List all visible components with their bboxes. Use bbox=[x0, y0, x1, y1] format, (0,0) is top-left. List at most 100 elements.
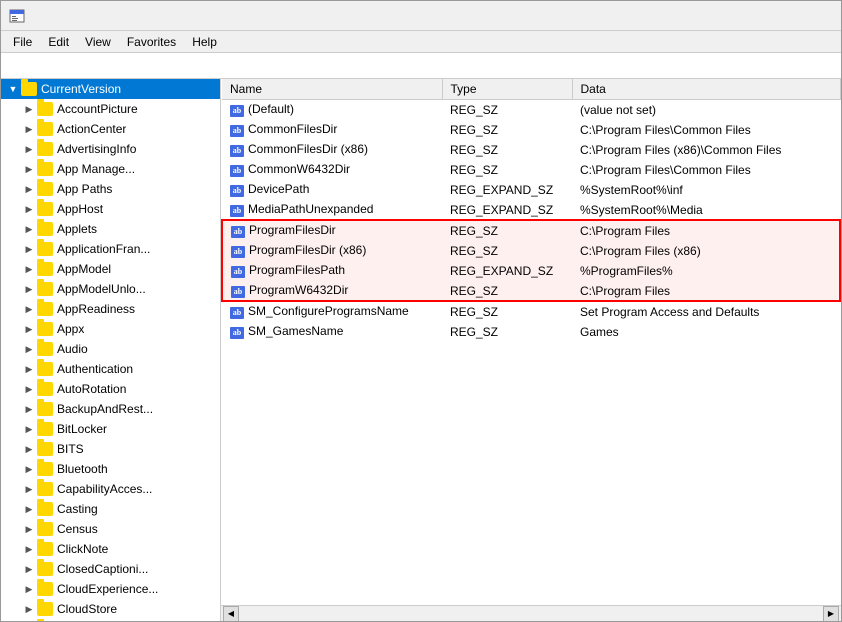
tree-item[interactable]: ▶BackupAndRest... bbox=[1, 399, 220, 419]
folder-icon bbox=[37, 242, 53, 256]
close-button[interactable] bbox=[787, 1, 833, 31]
tree-arrow-icon: ▶ bbox=[21, 281, 37, 297]
tree-item-label: ApplicationFran... bbox=[57, 242, 150, 256]
tree-item[interactable]: ▶CloudStore bbox=[1, 599, 220, 619]
tree-item[interactable]: ▶AutoRotation bbox=[1, 379, 220, 399]
tree-item[interactable]: ▶Casting bbox=[1, 499, 220, 519]
tree-item[interactable]: ▶BITS bbox=[1, 439, 220, 459]
reg-value-icon: ab bbox=[230, 105, 244, 117]
folder-icon bbox=[37, 342, 53, 356]
tree-item[interactable]: ▶CapabilityAcces... bbox=[1, 479, 220, 499]
tree-item[interactable]: ▶ActionCenter bbox=[1, 119, 220, 139]
tree-item[interactable]: ▶ClickNote bbox=[1, 539, 220, 559]
tree-item[interactable]: ▶AppReadiness bbox=[1, 299, 220, 319]
tree-item-label: BITS bbox=[57, 442, 84, 456]
cell-data: C:\Program Files (x86)\Common Files bbox=[572, 140, 840, 160]
tree-item[interactable]: ▶ AppHost bbox=[1, 199, 220, 219]
folder-icon bbox=[37, 142, 53, 156]
menu-item-view[interactable]: View bbox=[77, 33, 119, 51]
cell-name: abProgramFilesDir (x86) bbox=[222, 241, 442, 261]
tree-item[interactable]: ▶AdvertisingInfo bbox=[1, 139, 220, 159]
tree-item[interactable]: ▶Census bbox=[1, 519, 220, 539]
tree-arrow-icon: ▶ bbox=[21, 581, 37, 597]
app-icon bbox=[9, 8, 25, 24]
tree-item[interactable]: ▶Authentication bbox=[1, 359, 220, 379]
tree-item[interactable]: ▶CloudExperience... bbox=[1, 579, 220, 599]
tree-panel[interactable]: ▼CurrentVersion▶AccountPicture▶ActionCen… bbox=[1, 79, 221, 621]
tree-item-label: Census bbox=[57, 522, 98, 536]
table-row[interactable]: abCommonFilesDir (x86)REG_SZC:\Program F… bbox=[222, 140, 840, 160]
folder-icon bbox=[37, 602, 53, 616]
table-row[interactable]: abProgramFilesPathREG_EXPAND_SZ%ProgramF… bbox=[222, 261, 840, 281]
cell-data: %ProgramFiles% bbox=[572, 261, 840, 281]
tree-item-label: ClosedCaptioni... bbox=[57, 562, 148, 576]
folder-icon bbox=[37, 462, 53, 476]
table-row[interactable]: ab(Default)REG_SZ(value not set) bbox=[222, 100, 840, 120]
table-row[interactable]: abMediaPathUnexpandedREG_EXPAND_SZ%Syste… bbox=[222, 200, 840, 221]
tree-item[interactable]: ▶Applets bbox=[1, 219, 220, 239]
tree-item[interactable]: ▶AccountPicture bbox=[1, 99, 220, 119]
tree-arrow-icon: ▶ bbox=[21, 561, 37, 577]
tree-item-label: App Paths bbox=[57, 182, 112, 196]
cell-type: REG_SZ bbox=[442, 220, 572, 241]
cell-name: abDevicePath bbox=[222, 180, 442, 200]
cell-type: REG_SZ bbox=[442, 322, 572, 342]
folder-icon bbox=[37, 322, 53, 336]
tree-item-label: AppModel bbox=[57, 262, 111, 276]
reg-value-icon: ab bbox=[230, 327, 244, 339]
maximize-button[interactable] bbox=[739, 1, 785, 31]
cell-type: REG_SZ bbox=[442, 281, 572, 302]
main-area: ▼CurrentVersion▶AccountPicture▶ActionCen… bbox=[1, 79, 841, 621]
folder-icon bbox=[37, 542, 53, 556]
folder-icon bbox=[37, 422, 53, 436]
table-row[interactable]: abSM_ConfigureProgramsNameREG_SZSet Prog… bbox=[222, 301, 840, 322]
scroll-track[interactable] bbox=[239, 606, 823, 622]
table-row[interactable]: abCommonW6432DirREG_SZC:\Program Files\C… bbox=[222, 160, 840, 180]
menu-item-edit[interactable]: Edit bbox=[40, 33, 77, 51]
menu-item-help[interactable]: Help bbox=[184, 33, 225, 51]
reg-value-icon: ab bbox=[231, 266, 245, 278]
menu-bar: FileEditViewFavoritesHelp bbox=[1, 31, 841, 53]
tree-arrow-icon: ▶ bbox=[21, 241, 37, 257]
tree-item[interactable]: ▶Audio bbox=[1, 339, 220, 359]
tree-item[interactable]: ▶App Manage... bbox=[1, 159, 220, 179]
cell-name: abProgramFilesDir bbox=[222, 220, 442, 241]
tree-arrow-icon: ▶ bbox=[21, 181, 37, 197]
table-row[interactable]: abProgramFilesDir (x86)REG_SZC:\Program … bbox=[222, 241, 840, 261]
tree-item[interactable]: ▼CurrentVersion bbox=[1, 79, 220, 99]
minimize-button[interactable] bbox=[691, 1, 737, 31]
cell-type: REG_SZ bbox=[442, 160, 572, 180]
tree-item[interactable]: ▶Component Bas... bbox=[1, 619, 220, 621]
table-row[interactable]: abProgramW6432DirREG_SZC:\Program Files bbox=[222, 281, 840, 302]
folder-icon bbox=[37, 582, 53, 596]
tree-item-label: AppHost bbox=[57, 202, 103, 216]
tree-item[interactable]: ▶AppModelUnlo... bbox=[1, 279, 220, 299]
title-bar bbox=[1, 1, 841, 31]
tree-item[interactable]: ▶Appx bbox=[1, 319, 220, 339]
col-data: Data bbox=[572, 79, 840, 100]
cell-type: REG_SZ bbox=[442, 100, 572, 120]
tree-arrow-icon: ▶ bbox=[21, 201, 37, 217]
tree-item[interactable]: ▶ ApplicationFran... bbox=[1, 239, 220, 259]
horizontal-scrollbar[interactable]: ◀ ▶ bbox=[221, 605, 841, 621]
folder-icon bbox=[37, 522, 53, 536]
col-type: Type bbox=[442, 79, 572, 100]
table-row[interactable]: abProgramFilesDirREG_SZC:\Program Files bbox=[222, 220, 840, 241]
tree-item[interactable]: ▶AppModel bbox=[1, 259, 220, 279]
table-row[interactable]: abCommonFilesDirREG_SZC:\Program Files\C… bbox=[222, 120, 840, 140]
tree-item-label: App Manage... bbox=[57, 162, 135, 176]
scroll-right[interactable]: ▶ bbox=[823, 606, 839, 622]
menu-item-favorites[interactable]: Favorites bbox=[119, 33, 184, 51]
cell-name: abSM_GamesName bbox=[222, 322, 442, 342]
tree-item[interactable]: ▶BitLocker bbox=[1, 419, 220, 439]
registry-table: Name Type Data ab(Default)REG_SZ(value n… bbox=[221, 79, 841, 605]
tree-item[interactable]: ▶ ClosedCaptioni... bbox=[1, 559, 220, 579]
table-row[interactable]: abSM_GamesNameREG_SZGames bbox=[222, 322, 840, 342]
table-row[interactable]: abDevicePathREG_EXPAND_SZ%SystemRoot%\in… bbox=[222, 180, 840, 200]
menu-item-file[interactable]: File bbox=[5, 33, 40, 51]
tree-item[interactable]: ▶Bluetooth bbox=[1, 459, 220, 479]
cell-type: REG_SZ bbox=[442, 241, 572, 261]
tree-item[interactable]: ▶ App Paths bbox=[1, 179, 220, 199]
reg-value-icon: ab bbox=[230, 185, 244, 197]
scroll-left[interactable]: ◀ bbox=[223, 606, 239, 622]
